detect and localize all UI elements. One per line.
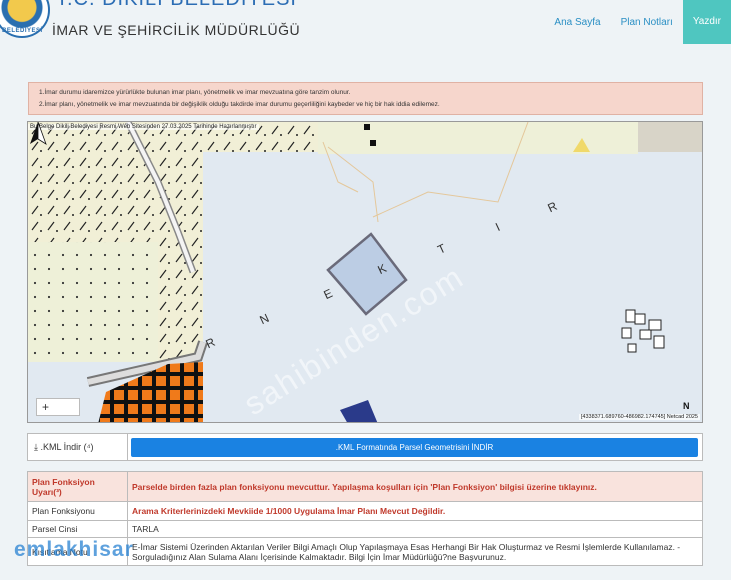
kml-row: ⤓ .KML İndir (⁴) .KML Formatında Parsel … bbox=[27, 433, 703, 461]
info-value[interactable]: Arama Kriterlerinizdeki Mevkiide 1/1000 … bbox=[127, 501, 703, 521]
table-row: Plan Fonksiyonu Arama Kriterlerinizdeki … bbox=[27, 501, 703, 521]
table-row: Parsel Cinsi TARLA bbox=[27, 520, 703, 538]
nav-plan-notes[interactable]: Plan Notları bbox=[621, 17, 673, 28]
top-nav: Ana Sayfa Plan Notları Yazdır bbox=[534, 0, 731, 44]
info-key: Parsel Cinsi bbox=[27, 520, 128, 538]
org-subtitle: İMAR VE ŞEHİRCİLİK MÜDÜRLÜĞÜ bbox=[52, 22, 301, 38]
info-value: TARLA bbox=[127, 520, 703, 538]
print-button[interactable]: Yazdır bbox=[682, 0, 731, 44]
map-date-note: Bu Belge Dikili Belediyesi Resmi Web Sit… bbox=[28, 124, 259, 130]
emlakhisar-logo: emlakhisar bbox=[14, 538, 134, 561]
notice-2: 2.İmar planı, yönetmelik ve imar mevzuat… bbox=[39, 101, 440, 108]
map-coordinates: [4338371.689760-486982.174745] Netcad 20… bbox=[578, 414, 700, 420]
parcel-map[interactable]: sahibinden.com R N E K T I R Bu Belge Di… bbox=[27, 121, 703, 423]
info-value: E-İmar Sistemi Üzerinden Aktarılan Veril… bbox=[127, 537, 703, 566]
kml-download-label: ⤓ .KML İndir (⁴) bbox=[28, 434, 128, 460]
notice-1: 1.İmar durumu idaremizce yürürlükte bulu… bbox=[39, 89, 351, 96]
info-value[interactable]: Parselde birden fazla plan fonksiyonu me… bbox=[127, 471, 703, 502]
kml-download-button[interactable]: .KML Formatında Parsel Geometrisini İNDİ… bbox=[131, 438, 698, 457]
nav-home[interactable]: Ana Sayfa bbox=[554, 17, 600, 28]
zoom-in-button[interactable]: + bbox=[36, 398, 80, 416]
page-header: BELEDİYESİ T.C. DİKİLİ BELEDİYESİ İMAR V… bbox=[0, 0, 731, 46]
north-label: N bbox=[683, 401, 690, 411]
north-arrow-icon bbox=[30, 122, 47, 145]
notice-box: 1.İmar durumu idaremizce yürürlükte bulu… bbox=[28, 82, 703, 115]
table-row: Plan Fonksiyon Uyarı(³) Parselde birden … bbox=[27, 471, 703, 502]
info-key: Plan Fonksiyon Uyarı(³) bbox=[27, 471, 128, 502]
org-title: T.C. DİKİLİ BELEDİYESİ bbox=[56, 0, 297, 11]
info-key: Plan Fonksiyonu bbox=[27, 501, 128, 521]
map-canvas bbox=[28, 122, 702, 422]
logo-text: BELEDİYESİ bbox=[2, 28, 43, 34]
